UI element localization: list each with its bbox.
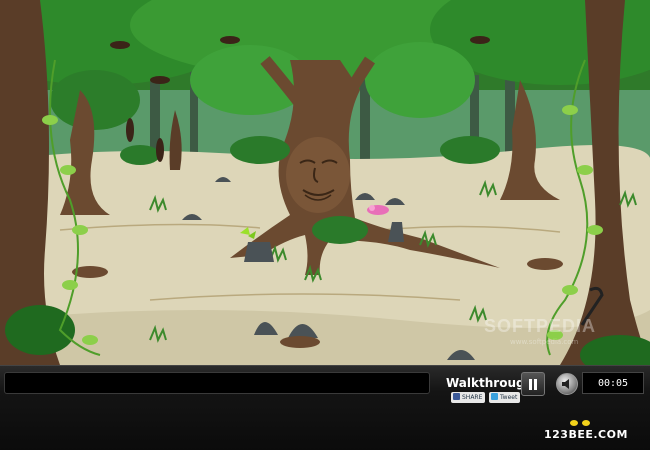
message-bar [4, 372, 430, 394]
game-toolbar: Walkthrough 00:05 SHARE Tweet 123BEE.COM [0, 365, 650, 450]
tree-face[interactable] [286, 137, 350, 213]
twitter-share-label: Tweet [500, 394, 518, 401]
timer-display: 00:05 [582, 372, 644, 394]
pause-icon [529, 379, 532, 390]
facebook-share-button[interactable]: SHARE [451, 392, 486, 403]
twitter-share-button[interactable]: Tweet [489, 392, 521, 403]
game-stage: SOFTPEDIA www.softpedia.com Walkthrough … [0, 0, 650, 450]
rock[interactable] [244, 242, 274, 262]
brand-text: 123BEE.COM [544, 428, 628, 441]
speaker-icon [562, 379, 569, 389]
watermark-text: SOFTPEDIA [484, 316, 597, 336]
watermark-url: www.softpedia.com [510, 338, 579, 346]
dirt-mound[interactable] [280, 336, 320, 348]
twitter-icon [491, 393, 498, 400]
forest-scene[interactable] [0, 0, 650, 365]
pause-icon-bar [534, 379, 537, 390]
pink-flower-item[interactable] [367, 205, 389, 215]
facebook-icon [453, 393, 460, 400]
sound-button[interactable] [556, 373, 578, 395]
brand-logo[interactable]: 123BEE.COM [544, 420, 628, 441]
facebook-share-label: SHARE [462, 394, 483, 401]
pause-button[interactable] [521, 372, 545, 396]
dirt-mound[interactable] [527, 258, 563, 270]
bee-icon [570, 420, 590, 426]
